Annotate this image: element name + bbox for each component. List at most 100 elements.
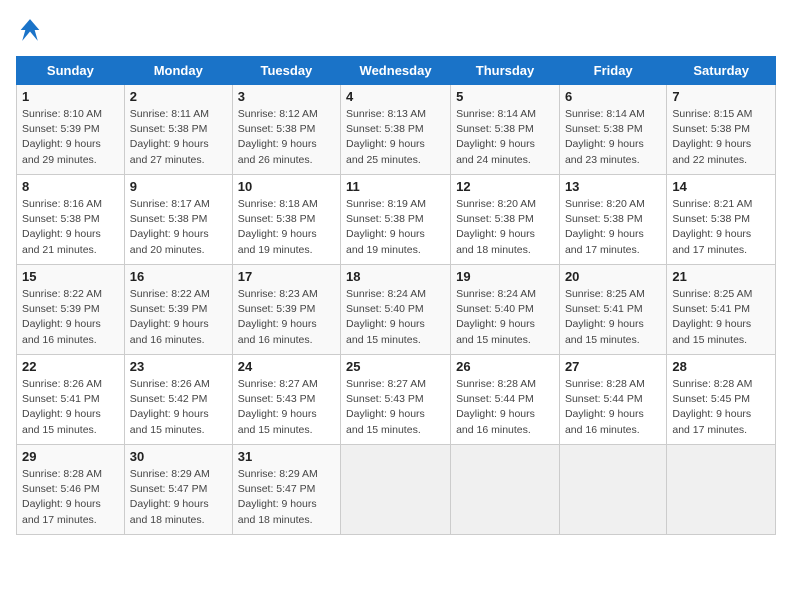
day-number: 3 [238,89,335,104]
day-info: Sunrise: 8:26 AM Sunset: 5:41 PM Dayligh… [22,377,119,438]
day-info: Sunrise: 8:27 AM Sunset: 5:43 PM Dayligh… [238,377,335,438]
day-info: Sunrise: 8:11 AM Sunset: 5:38 PM Dayligh… [130,107,227,168]
day-info: Sunrise: 8:26 AM Sunset: 5:42 PM Dayligh… [130,377,227,438]
day-number: 30 [130,449,227,464]
day-number: 15 [22,269,119,284]
day-cell: 26Sunrise: 8:28 AM Sunset: 5:44 PM Dayli… [451,355,560,445]
day-number: 23 [130,359,227,374]
day-info: Sunrise: 8:28 AM Sunset: 5:44 PM Dayligh… [456,377,554,438]
day-info: Sunrise: 8:23 AM Sunset: 5:39 PM Dayligh… [238,287,335,348]
day-info: Sunrise: 8:14 AM Sunset: 5:38 PM Dayligh… [565,107,661,168]
day-cell: 7 Sunrise: 8:15 AM Sunset: 5:38 PM Daylig… [667,85,776,175]
day-info: Sunrise: 8:15 AM Sunset: 5:38 PM Dayligh… [672,107,770,168]
day-cell [451,445,560,535]
day-info: Sunrise: 8:16 AM Sunset: 5:38 PM Dayligh… [22,197,119,258]
day-cell: 30 Sunrise: 8:29 AM Sunset: 5:47 PM Dayli… [124,445,232,535]
logo [16,16,48,44]
logo-icon [16,16,44,44]
day-cell: 13 Sunrise: 8:20 AM Sunset: 5:38 PM Dayli… [559,175,666,265]
day-number: 13 [565,179,661,194]
day-cell: 2 Sunrise: 8:11 AM Sunset: 5:38 PM Daylig… [124,85,232,175]
day-cell: 15Sunrise: 8:22 AM Sunset: 5:39 PM Dayli… [17,265,125,355]
day-info: Sunrise: 8:28 AM Sunset: 5:46 PM Dayligh… [22,467,119,528]
col-header-thursday: Thursday [451,57,560,85]
day-cell: 19 Sunrise: 8:24 AM Sunset: 5:40 PM Dayli… [451,265,560,355]
day-number: 22 [22,359,119,374]
day-number: 10 [238,179,335,194]
day-number: 31 [238,449,335,464]
col-header-friday: Friday [559,57,666,85]
col-header-tuesday: Tuesday [232,57,340,85]
day-number: 29 [22,449,119,464]
day-info: Sunrise: 8:20 AM Sunset: 5:38 PM Dayligh… [565,197,661,258]
day-number: 24 [238,359,335,374]
day-info: Sunrise: 8:24 AM Sunset: 5:40 PM Dayligh… [456,287,554,348]
day-cell: 31 Sunrise: 8:29 AM Sunset: 5:47 PM Dayli… [232,445,340,535]
day-cell: 25 Sunrise: 8:27 AM Sunset: 5:43 PM Dayli… [341,355,451,445]
day-cell: 27Sunrise: 8:28 AM Sunset: 5:44 PM Dayli… [559,355,666,445]
day-cell: 23 Sunrise: 8:26 AM Sunset: 5:42 PM Dayli… [124,355,232,445]
day-cell: 11Sunrise: 8:19 AM Sunset: 5:38 PM Dayli… [341,175,451,265]
day-cell [559,445,666,535]
day-cell: 3 Sunrise: 8:12 AM Sunset: 5:38 PM Daylig… [232,85,340,175]
day-number: 6 [565,89,661,104]
day-number: 18 [346,269,445,284]
day-cell [667,445,776,535]
day-number: 28 [672,359,770,374]
day-number: 21 [672,269,770,284]
day-number: 7 [672,89,770,104]
week-row-3: 15 Sunrise: 8:22 AM Sunset: 5:39 PM Dayli… [17,265,776,355]
day-number: 11 [346,179,445,194]
day-info: Sunrise: 8:10 AM Sunset: 5:39 PM Dayligh… [22,107,119,168]
day-info: Sunrise: 8:12 AM Sunset: 5:38 PM Dayligh… [238,107,335,168]
day-number: 25 [346,359,445,374]
day-info: Sunrise: 8:18 AM Sunset: 5:38 PM Dayligh… [238,197,335,258]
day-cell: 29 Sunrise: 8:28 AM Sunset: 5:46 PM Dayli… [17,445,125,535]
day-info: Sunrise: 8:27 AM Sunset: 5:43 PM Dayligh… [346,377,445,438]
day-cell: 8 Sunrise: 8:16 AM Sunset: 5:38 PM Daylig… [17,175,125,265]
day-cell: 18Sunrise: 8:24 AM Sunset: 5:40 PM Dayli… [341,265,451,355]
day-info: Sunrise: 8:29 AM Sunset: 5:47 PM Dayligh… [130,467,227,528]
day-number: 5 [456,89,554,104]
day-number: 2 [130,89,227,104]
col-header-wednesday: Wednesday [341,57,451,85]
day-cell: 20 Sunrise: 8:25 AM Sunset: 5:41 PM Dayli… [559,265,666,355]
day-cell: 21 Sunrise: 8:25 AM Sunset: 5:41 PM Dayli… [667,265,776,355]
day-cell: 4 Sunrise: 8:13 AM Sunset: 5:38 PM Daylig… [341,85,451,175]
week-row-4: 22 Sunrise: 8:26 AM Sunset: 5:41 PM Dayli… [17,355,776,445]
day-cell: 14 Sunrise: 8:21 AM Sunset: 5:38 PM Dayli… [667,175,776,265]
day-info: Sunrise: 8:29 AM Sunset: 5:47 PM Dayligh… [238,467,335,528]
week-row-2: 8 Sunrise: 8:16 AM Sunset: 5:38 PM Daylig… [17,175,776,265]
day-number: 14 [672,179,770,194]
day-cell: 16 Sunrise: 8:22 AM Sunset: 5:39 PM Dayli… [124,265,232,355]
day-info: Sunrise: 8:13 AM Sunset: 5:38 PM Dayligh… [346,107,445,168]
day-cell: 5 Sunrise: 8:14 AM Sunset: 5:38 PM Daylig… [451,85,560,175]
page-header [16,16,776,44]
day-cell: 6 Sunrise: 8:14 AM Sunset: 5:38 PM Daylig… [559,85,666,175]
day-info: Sunrise: 8:22 AM Sunset: 5:39 PM Dayligh… [130,287,227,348]
col-header-sunday: Sunday [17,57,125,85]
week-row-1: 1Sunrise: 8:10 AM Sunset: 5:39 PM Daylig… [17,85,776,175]
day-cell: 1Sunrise: 8:10 AM Sunset: 5:39 PM Daylig… [17,85,125,175]
day-number: 9 [130,179,227,194]
day-info: Sunrise: 8:20 AM Sunset: 5:38 PM Dayligh… [456,197,554,258]
day-number: 27 [565,359,661,374]
day-info: Sunrise: 8:17 AM Sunset: 5:38 PM Dayligh… [130,197,227,258]
day-number: 16 [130,269,227,284]
calendar-table: SundayMondayTuesdayWednesdayThursdayFrid… [16,56,776,535]
col-header-monday: Monday [124,57,232,85]
day-info: Sunrise: 8:25 AM Sunset: 5:41 PM Dayligh… [672,287,770,348]
day-info: Sunrise: 8:21 AM Sunset: 5:38 PM Dayligh… [672,197,770,258]
day-number: 8 [22,179,119,194]
day-info: Sunrise: 8:14 AM Sunset: 5:38 PM Dayligh… [456,107,554,168]
day-info: Sunrise: 8:25 AM Sunset: 5:41 PM Dayligh… [565,287,661,348]
day-number: 12 [456,179,554,194]
day-cell: 10 Sunrise: 8:18 AM Sunset: 5:38 PM Dayli… [232,175,340,265]
day-cell: 22 Sunrise: 8:26 AM Sunset: 5:41 PM Dayli… [17,355,125,445]
day-cell: 12 Sunrise: 8:20 AM Sunset: 5:38 PM Dayli… [451,175,560,265]
day-number: 4 [346,89,445,104]
day-cell [341,445,451,535]
day-cell: 17Sunrise: 8:23 AM Sunset: 5:39 PM Dayli… [232,265,340,355]
day-number: 20 [565,269,661,284]
day-number: 19 [456,269,554,284]
